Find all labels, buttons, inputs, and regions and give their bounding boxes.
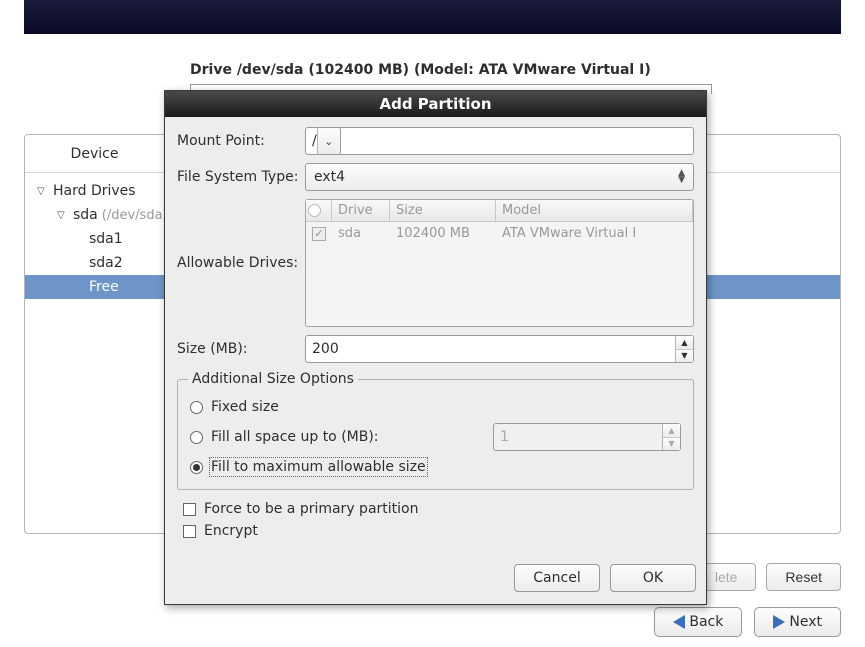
reset-button[interactable]: Reset [766, 563, 841, 591]
fill-max-label: Fill to maximum allowable size [211, 459, 426, 475]
drives-header-size[interactable]: Size [390, 200, 496, 221]
tree-label: sda1 [89, 231, 123, 247]
drives-header-model[interactable]: Model [496, 200, 693, 221]
drive-row-model: ATA VMware Virtual I [496, 226, 693, 241]
size-spin-buttons[interactable]: ▲ ▼ [675, 336, 693, 362]
tree-path: (/dev/sda) [102, 208, 168, 223]
drives-header-drive[interactable]: Drive [332, 200, 390, 221]
fill-up-to-label: Fill all space up to (MB): [211, 429, 379, 445]
drive-summary-label: Drive /dev/sda (102400 MB) (Model: ATA V… [24, 34, 841, 84]
spin-down-icon: ▼ [663, 438, 680, 451]
ok-button[interactable]: OK [610, 564, 696, 592]
force-primary-checkbox[interactable]: Force to be a primary partition [177, 498, 694, 520]
drive-row-name: sda [332, 226, 390, 241]
fs-type-label: File System Type: [177, 169, 305, 185]
drives-header-row: Drive Size Model [306, 200, 693, 222]
checkbox-icon [183, 503, 196, 516]
drive-row-checkbox[interactable]: ✓ [312, 227, 326, 241]
fill-up-to-value: 1 [500, 429, 509, 445]
tree-label: Free [89, 279, 119, 295]
dialog-title: Add Partition [165, 91, 706, 117]
radio-icon [190, 401, 203, 414]
spin-down-icon[interactable]: ▼ [676, 350, 693, 363]
radio-icon [190, 431, 203, 444]
size-spinner[interactable]: 200 ▲ ▼ [305, 335, 694, 363]
wizard-nav: Back Next [654, 607, 841, 637]
option-fill-up-to[interactable]: Fill all space up to (MB): 1 ▲ ▼ [188, 419, 683, 455]
size-options-legend: Additional Size Options [188, 371, 358, 387]
fixed-size-label: Fixed size [211, 399, 279, 415]
option-fill-max[interactable]: Fill to maximum allowable size [188, 455, 683, 479]
fs-type-select[interactable]: ext4 ▲▼ [305, 163, 694, 191]
force-primary-label: Force to be a primary partition [204, 501, 418, 517]
arrow-right-icon [773, 615, 785, 629]
add-partition-dialog: Add Partition Mount Point: / ⌄ File Syst… [164, 90, 707, 605]
additional-size-options: Additional Size Options Fixed size Fill … [177, 371, 694, 490]
drives-row[interactable]: ✓ sda 102400 MB ATA VMware Virtual I [306, 222, 693, 245]
option-fixed-size[interactable]: Fixed size [188, 395, 683, 419]
mount-point-input[interactable]: / ⌄ [305, 127, 694, 155]
size-label: Size (MB): [177, 341, 305, 357]
size-value: 200 [312, 341, 339, 357]
next-button[interactable]: Next [754, 607, 841, 637]
encrypt-checkbox[interactable]: Encrypt [177, 520, 694, 542]
back-button[interactable]: Back [654, 607, 742, 637]
chevron-down-icon: ⌄ [324, 135, 333, 148]
tree-label: Hard Drives [53, 183, 136, 199]
arrow-left-icon [673, 615, 685, 629]
spin-up-icon: ▲ [663, 424, 680, 438]
fs-type-value: ext4 [314, 169, 345, 185]
tree-label: sda [73, 207, 98, 223]
fill-up-to-spinner: 1 ▲ ▼ [493, 423, 681, 451]
next-label: Next [789, 614, 822, 630]
column-device[interactable]: Device [25, 135, 165, 172]
mount-point-label: Mount Point: [177, 133, 305, 149]
allowable-drives-table[interactable]: Drive Size Model ✓ sda 102400 MB ATA VMw… [305, 199, 694, 327]
back-label: Back [689, 614, 723, 630]
mount-point-dropdown[interactable]: ⌄ [317, 127, 341, 155]
partition-toolbar: lete Reset [696, 563, 841, 591]
dialog-action-row: Cancel OK [165, 554, 706, 604]
updown-icon: ▲▼ [678, 170, 685, 184]
encrypt-label: Encrypt [204, 523, 258, 539]
drive-row-size: 102400 MB [390, 226, 496, 241]
radio-icon [190, 461, 203, 474]
disclosure-icon[interactable]: ▽ [57, 210, 69, 221]
allowable-drives-label: Allowable Drives: [177, 255, 305, 271]
drives-header-check[interactable] [306, 200, 332, 221]
disclosure-icon[interactable]: ▽ [37, 186, 49, 197]
header-banner [24, 0, 841, 34]
fill-spin-buttons: ▲ ▼ [662, 424, 680, 450]
cancel-button[interactable]: Cancel [514, 564, 600, 592]
spin-up-icon[interactable]: ▲ [676, 336, 693, 350]
tree-label: sda2 [89, 255, 123, 271]
dialog-body: Mount Point: / ⌄ File System Type: ext4 … [165, 117, 706, 554]
checkbox-icon [183, 525, 196, 538]
